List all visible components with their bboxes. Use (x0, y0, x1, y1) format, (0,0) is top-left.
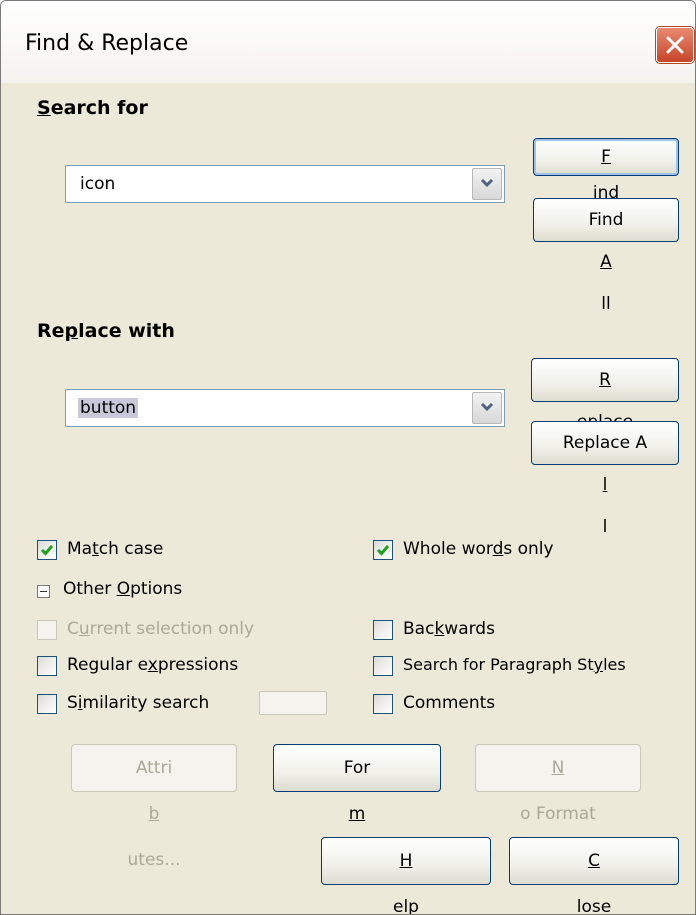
whole-words-label: Whole words only (403, 539, 554, 559)
close-window-button[interactable] (656, 27, 694, 63)
replace-all-button[interactable]: Replace All (531, 421, 679, 537)
search-combobox[interactable]: icon (65, 165, 505, 203)
replace-dropdown-button[interactable] (472, 392, 502, 424)
replace-with-label: Replace with (37, 320, 175, 342)
other-options-label[interactable]: Other Options (63, 579, 182, 603)
checkmark-icon (376, 545, 390, 556)
checkmark-icon (40, 545, 54, 556)
replace-input[interactable]: button (78, 398, 139, 418)
paragraph-styles-checkbox[interactable] (373, 656, 393, 676)
match-case-checkbox[interactable] (37, 540, 57, 560)
format-button[interactable]: Format... (273, 744, 441, 870)
other-options-expander-icon[interactable] (37, 585, 50, 598)
similarity-settings-button (259, 691, 327, 715)
no-format-button: No Format (475, 744, 641, 824)
close-icon (666, 36, 684, 54)
find-button[interactable]: Find (533, 138, 679, 203)
search-for-label: Search for (37, 97, 148, 119)
current-selection-checkbox (37, 620, 57, 640)
paragraph-styles-label: Search for Paragraph Styles (403, 655, 626, 674)
search-dropdown-button[interactable] (472, 168, 502, 200)
search-input[interactable]: icon (80, 174, 115, 194)
whole-words-checkbox[interactable] (373, 540, 393, 560)
close-button[interactable]: Close (509, 837, 679, 914)
match-case-label: Match case (67, 539, 164, 559)
chevron-down-icon (480, 178, 494, 188)
find-all-button[interactable]: Find All (533, 198, 679, 314)
backwards-checkbox[interactable] (373, 620, 393, 640)
title-bar[interactable]: Find & Replace (1, 1, 695, 83)
comments-checkbox[interactable] (373, 694, 393, 714)
find-replace-dialog: Find & Replace Search for icon Find Find… (0, 0, 696, 915)
similarity-search-label: Similarity search (67, 693, 210, 713)
backwards-label: Backwards (403, 619, 495, 639)
comments-label: Comments (403, 693, 496, 713)
chevron-down-icon (480, 402, 494, 412)
dialog-title: Find & Replace (25, 31, 189, 56)
help-button[interactable]: Help (321, 837, 491, 914)
replace-button[interactable]: Replace (531, 358, 679, 432)
current-selection-label: Current selection only (67, 619, 255, 639)
similarity-search-checkbox[interactable] (37, 694, 57, 714)
replace-combobox[interactable]: button (65, 389, 505, 427)
regular-expressions-label: Regular expressions (67, 655, 239, 675)
regular-expressions-checkbox[interactable] (37, 656, 57, 676)
attributes-button: Attri b utes... (71, 744, 237, 870)
